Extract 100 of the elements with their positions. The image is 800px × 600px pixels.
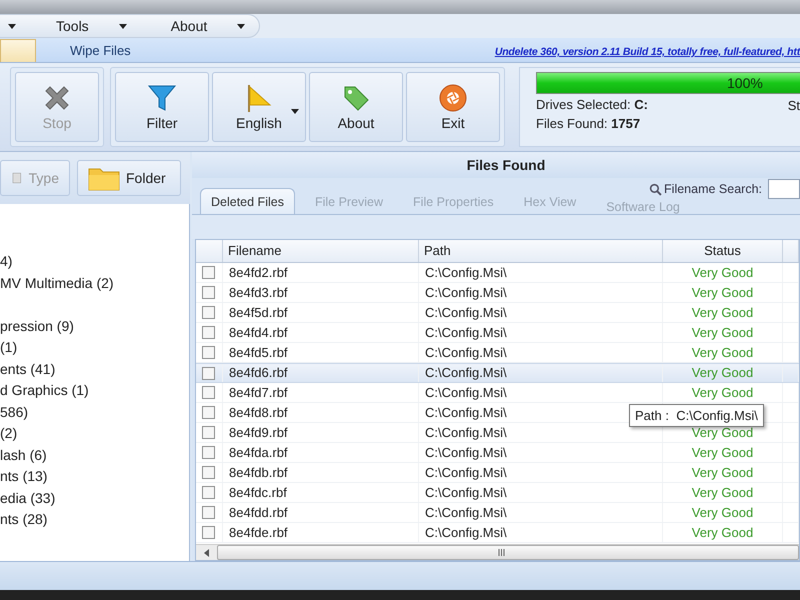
status-text: Very Good: [692, 264, 754, 282]
menu-item[interactable]: About: [170, 18, 208, 34]
status-text: St: [788, 98, 800, 113]
toolbar-button[interactable]: Exit: [406, 72, 500, 142]
table-row[interactable]: 8e4fd6.rbf C:\Config.Msi\ Very Good: [196, 363, 799, 383]
table-cell: C:\Config.Msi\: [419, 523, 663, 542]
tree-item[interactable]: (1): [0, 337, 189, 358]
table-cell: 8e4fd8.rbf: [223, 403, 419, 422]
checkbox[interactable]: [202, 266, 215, 279]
table-cell: C:\Config.Msi\: [419, 383, 663, 402]
tree-item[interactable]: nts (28): [0, 509, 189, 530]
toolbar-button[interactable]: English: [212, 72, 306, 142]
table-cell: 8e4fda.rbf: [223, 443, 419, 462]
checkbox[interactable]: [202, 446, 215, 459]
search-label: Filename Search:: [664, 182, 762, 196]
files-count: 1757: [611, 116, 640, 131]
table-row[interactable]: 8e4fdd.rbf C:\Config.Msi\ Very Good: [196, 503, 799, 523]
column-header[interactable]: Filename: [223, 240, 419, 262]
ribbon-tab[interactable]: Wipe Files: [70, 43, 131, 62]
caret-icon[interactable]: [118, 24, 127, 28]
status-text: Very Good: [692, 384, 754, 402]
status-text: Very Good: [692, 364, 754, 382]
table-cell: 8e4fd2.rbf: [223, 263, 419, 282]
tree-item[interactable]: ents (41): [0, 358, 189, 380]
table-row[interactable]: 8e4fd7.rbf C:\Config.Msi\ Very Good: [196, 383, 799, 403]
toolbar-button[interactable]: About: [309, 72, 403, 142]
checkbox[interactable]: [202, 426, 215, 439]
tree-item[interactable]: MV Multimedia (2): [0, 272, 189, 294]
caret-icon[interactable]: [237, 24, 246, 28]
column-header[interactable]: Path: [419, 240, 663, 262]
checkbox[interactable]: [202, 506, 215, 519]
tree-item[interactable]: d Graphics (1): [0, 380, 189, 402]
shutter-icon: [438, 83, 468, 113]
table-cell: C:\Config.Msi\: [419, 463, 663, 482]
status-text: Very Good: [692, 304, 754, 322]
checkbox[interactable]: [202, 526, 215, 539]
progress-percent: 100%: [727, 75, 763, 91]
table-cell: C:\Config.Msi\: [419, 503, 663, 522]
version-link[interactable]: Undelete 360, version 2.11 Build 15, totally free, full-featured, htt: [494, 46, 800, 62]
tree-item[interactable]: edia (33): [0, 488, 189, 509]
status-text: Very Good: [692, 504, 754, 522]
table-cell: C:\Config.Msi\: [419, 483, 663, 502]
checkbox[interactable]: [202, 286, 215, 299]
caret-icon[interactable]: [291, 109, 299, 114]
table-cell: 8e4fdc.rbf: [223, 483, 419, 502]
drives-label: Drives Selected:: [536, 97, 631, 112]
status-text: Very Good: [692, 464, 754, 482]
toolbar-button[interactable]: Filter: [115, 72, 209, 142]
table-cell: C:\Config.Msi\: [419, 303, 663, 322]
checkbox[interactable]: [202, 486, 215, 499]
status-text: Very Good: [692, 524, 754, 542]
table-row[interactable]: 8e4fd2.rbf C:\Config.Msi\ Very Good: [196, 263, 799, 283]
table-cell: C:\Config.Msi\: [419, 323, 663, 342]
table-cell: 8e4fdb.rbf: [223, 463, 419, 482]
checkbox[interactable]: [202, 466, 215, 479]
tree-item[interactable]: 586): [0, 402, 189, 423]
table-row[interactable]: 8e4fd4.rbf C:\Config.Msi\ Very Good: [196, 323, 799, 343]
table-cell: C:\Config.Msi\: [419, 364, 663, 382]
search-field[interactable]: [768, 179, 800, 199]
table-row[interactable]: 8e4fde.rbf C:\Config.Msi\ Very Good: [196, 523, 799, 543]
left-arrow-icon[interactable]: [204, 548, 209, 556]
checkbox[interactable]: [202, 326, 215, 339]
checkbox[interactable]: [202, 346, 215, 359]
table-cell: C:\Config.Msi\: [419, 443, 663, 462]
status-text: Very Good: [692, 444, 754, 462]
grip-icon: [498, 549, 505, 556]
table-cell: 8e4fd6.rbf: [223, 364, 419, 382]
tree-item[interactable]: (2): [0, 423, 189, 444]
checkbox[interactable]: [202, 386, 215, 399]
table-row[interactable]: 8e4fd3.rbf C:\Config.Msi\ Very Good: [196, 283, 799, 303]
files-label: Files Found:: [536, 116, 608, 131]
caret-icon[interactable]: [8, 24, 16, 28]
checkbox[interactable]: [202, 366, 215, 380]
table-row[interactable]: 8e4fdb.rbf C:\Config.Msi\ Very Good: [196, 463, 799, 483]
tree-item[interactable]: pression (9): [0, 294, 189, 337]
tab[interactable]: Deleted Files: [200, 188, 295, 214]
table-row[interactable]: 8e4f5d.rbf C:\Config.Msi\ Very Good: [196, 303, 799, 323]
tree-item[interactable]: nts (13): [0, 466, 189, 488]
table-cell: 8e4fd9.rbf: [223, 423, 419, 442]
table-cell: 8e4fd5.rbf: [223, 343, 419, 362]
table-cell: C:\Config.Msi\: [419, 263, 663, 282]
table-row[interactable]: 8e4fdc.rbf C:\Config.Msi\ Very Good: [196, 483, 799, 503]
menu-item[interactable]: Tools: [56, 18, 89, 34]
table-cell: 8e4fde.rbf: [223, 523, 419, 542]
drives-value: C:: [634, 97, 648, 112]
tree-item[interactable]: lash (6): [0, 444, 189, 466]
ribbon-tab[interactable]: [0, 39, 36, 62]
tooltip: Path : C:\Config.Msi\: [629, 404, 764, 427]
tree-item[interactable]: 4): [0, 251, 189, 272]
table-cell: C:\Config.Msi\: [419, 343, 663, 362]
status-text: Very Good: [692, 344, 754, 362]
column-header[interactable]: Status: [663, 240, 783, 262]
panel-title: Files Found: [192, 152, 800, 178]
view-button[interactable]: Folder: [77, 160, 181, 196]
status-text: Very Good: [692, 324, 754, 342]
checkbox[interactable]: [202, 406, 215, 419]
table-row[interactable]: 8e4fda.rbf C:\Config.Msi\ Very Good: [196, 443, 799, 463]
status-text: Very Good: [692, 484, 754, 502]
search-icon: [649, 182, 662, 196]
checkbox[interactable]: [202, 306, 215, 319]
